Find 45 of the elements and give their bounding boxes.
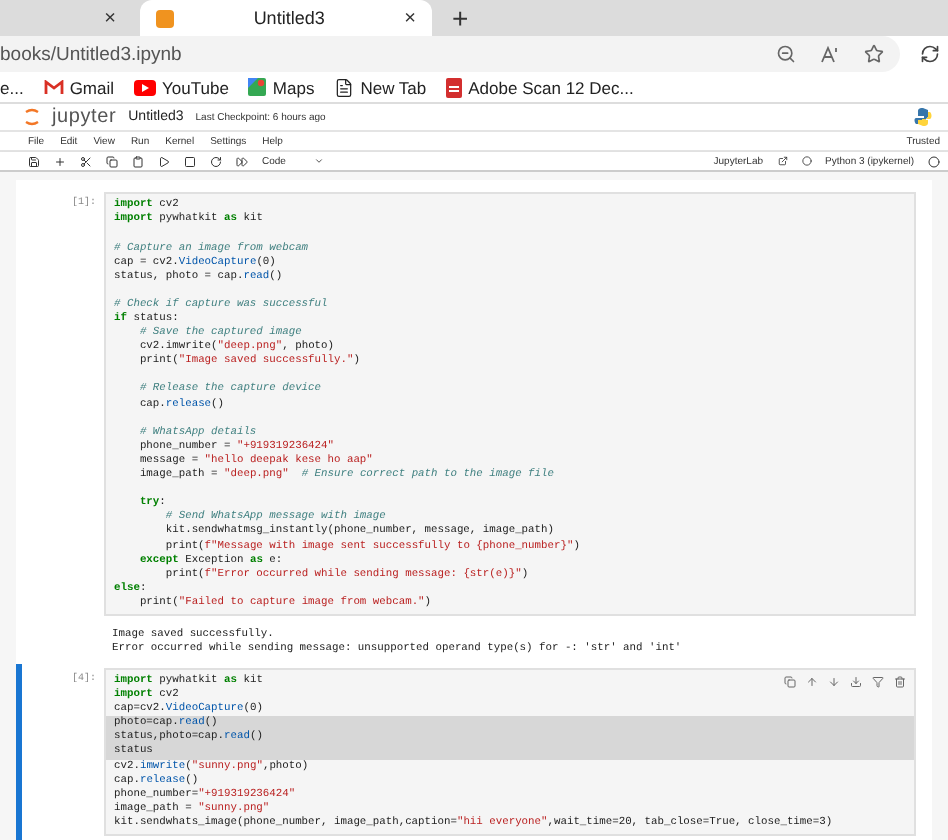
bookmark[interactable]: Adobe Scan 12 Dec... [446,77,634,98]
plus-icon[interactable] [54,155,66,168]
read-aloud-icon[interactable] [820,45,840,64]
pdf-icon [446,77,463,98]
stop-icon[interactable] [184,155,196,168]
restart-icon[interactable] [210,155,222,168]
save-icon[interactable] [28,155,40,168]
new-tab-button[interactable]: + [440,2,481,34]
external-link-icon[interactable] [777,156,788,167]
circle-icon [801,156,812,167]
refresh-icon[interactable] [920,44,940,65]
fast-forward-icon[interactable] [236,155,248,168]
bookmark[interactable]: New Tab [334,77,427,98]
page-icon [334,77,355,98]
clipboard-icon[interactable] [132,155,144,168]
funnel-icon[interactable] [872,675,884,688]
play-icon[interactable] [158,155,170,168]
caret-icon [313,156,324,167]
notebook-icon [156,9,174,27]
logo-icon [24,108,40,127]
close-icon[interactable]: × [404,7,416,29]
tab-title: Untitled3 [253,8,325,28]
copy-icon[interactable] [106,155,118,168]
zoom-icon[interactable] [776,44,796,65]
close-icon[interactable]: × [104,7,116,29]
bookmark[interactable]: Gmail [43,77,115,98]
copy-icon[interactable] [784,675,796,688]
play-icon [134,79,157,96]
browser-tab[interactable]: Untitled3 × [140,0,432,36]
bookmark[interactable]: YouTube [134,77,229,98]
jupyter-logo: jupyter [52,106,117,129]
code-editor[interactable] [104,667,916,836]
address-bar[interactable]: books/Untitled3.ipynb [0,36,900,73]
mail-icon [43,79,64,96]
map-icon [248,78,267,97]
bookmark[interactable]: Maps [248,77,315,98]
insert-icon[interactable] [850,675,862,688]
bookmark[interactable]: e... [0,77,24,98]
python-logo-icon [914,108,932,127]
delete-icon[interactable] [894,675,906,688]
star-icon[interactable] [864,44,884,65]
scissors-icon[interactable] [80,155,92,168]
browser-tab[interactable]: × [0,0,132,36]
move-down-icon[interactable] [828,675,840,688]
kernel-status-icon [928,155,940,168]
